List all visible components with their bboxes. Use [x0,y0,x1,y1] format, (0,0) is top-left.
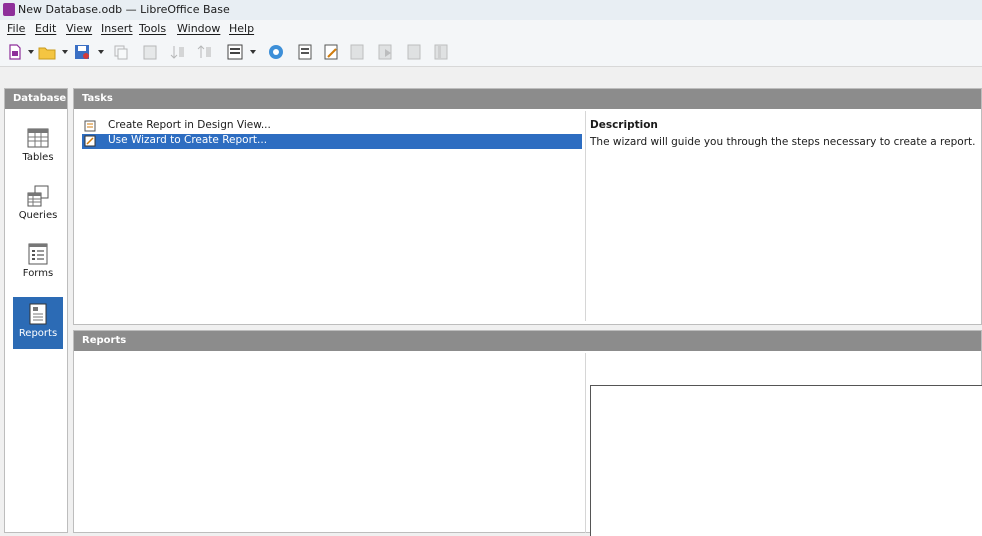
nav-reports-label: Reports [18,328,58,339]
task-create-design-view-label: Create Report in Design View... [108,119,271,131]
properties-icon[interactable] [405,43,423,61]
paste-icon[interactable] [141,43,159,61]
menu-view[interactable]: View [66,22,92,35]
reports-pane: Reports [73,330,982,536]
query-icon [27,185,49,207]
tasks-header: Tasks [74,89,981,109]
rename-icon[interactable] [376,43,394,61]
standard-toolbar [0,40,982,67]
new-dropdown-caret[interactable] [28,50,34,54]
report-icon[interactable] [296,43,314,61]
copy-icon[interactable] [112,43,130,61]
form-icon [28,243,48,265]
open-dropdown-caret[interactable] [62,50,68,54]
report-preview-area [590,385,982,536]
menu-edit[interactable]: Edit [35,22,56,35]
new-document-icon[interactable] [6,43,24,61]
nav-tables[interactable]: Tables [13,121,63,173]
form-icon[interactable] [226,43,244,61]
nav-queries[interactable]: Queries [13,179,63,231]
database-pane: Database Tables Queries Forms Reports [4,88,68,533]
open-folder-icon[interactable] [38,43,56,61]
tasks-divider [585,111,586,321]
help-icon[interactable] [267,43,285,61]
nav-queries-label: Queries [18,210,58,221]
design-view-icon [84,120,96,132]
menu-help[interactable]: Help [229,22,254,35]
task-create-design-view[interactable]: Create Report in Design View... [82,119,582,134]
title-bar: New Database.odb — LibreOffice Base [0,0,982,20]
description-title: Description [590,119,658,131]
database-header: Database [5,89,67,109]
save-icon[interactable] [73,43,91,61]
sort-descending-icon[interactable] [196,43,214,61]
menu-file[interactable]: File [7,22,25,35]
tasks-pane: Tasks Create Report in Design View... Us… [73,88,982,325]
form-dropdown-caret[interactable] [250,50,256,54]
table-icon [27,128,49,148]
menu-tools[interactable]: Tools [139,22,166,35]
window-title: New Database.odb — LibreOffice Base [18,3,230,16]
task-use-wizard-label: Use Wizard to Create Report... [108,134,268,146]
nav-tables-label: Tables [22,152,54,163]
sort-ascending-icon[interactable] [169,43,187,61]
task-use-wizard[interactable]: Use Wizard to Create Report... [82,134,582,149]
save-dropdown-caret[interactable] [98,50,104,54]
report-icon [29,303,47,325]
menu-bar: File Edit View Insert Tools Window Help [0,20,982,40]
menu-insert[interactable]: Insert [101,22,133,35]
libreoffice-base-icon [3,3,15,16]
delete-icon[interactable] [348,43,366,61]
nav-forms[interactable]: Forms [13,237,63,289]
reports-header: Reports [74,331,981,351]
nav-forms-label: Forms [22,268,54,279]
reports-divider [585,353,586,533]
query-icon[interactable] [432,43,450,61]
nav-reports[interactable]: Reports [13,297,63,349]
wizard-icon [84,135,96,147]
menu-window[interactable]: Window [177,22,220,35]
report-edit-icon[interactable] [322,43,340,61]
description-text: The wizard will guide you through the st… [590,136,976,148]
